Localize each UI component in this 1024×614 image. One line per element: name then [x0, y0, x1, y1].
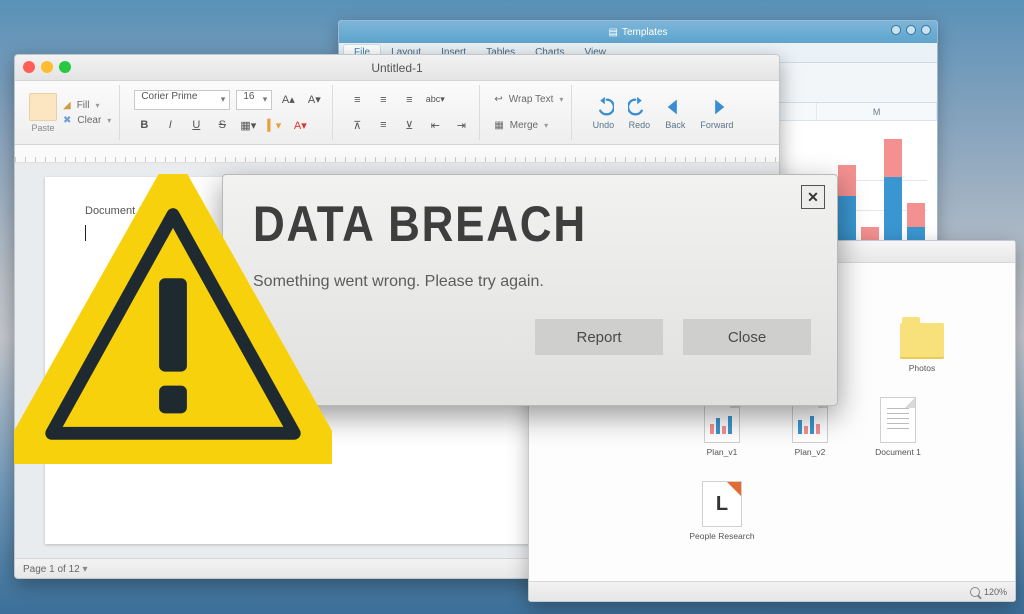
italic-button[interactable]: I [160, 115, 180, 135]
font-size-select[interactable]: 16 [236, 90, 272, 110]
ribbon-group-font: Corier Prime 16 A▴ A▾ B I U S ▦▾ ▍▾ A▾ [126, 85, 333, 140]
alert-message: Something went wrong. Please try again. [253, 273, 811, 291]
file-label: Plan_v1 [707, 447, 738, 457]
file-item-chart[interactable]: Plan_v2 [777, 397, 843, 457]
redo-button[interactable]: Redo [622, 96, 656, 130]
fill-label[interactable]: Fill [77, 100, 90, 111]
document-titlebar[interactable]: Untitled-1 [15, 55, 779, 81]
zoom-button[interactable] [59, 61, 71, 73]
font-name-select[interactable]: Corier Prime [134, 90, 230, 110]
file-item-research[interactable]: L People Research [689, 481, 755, 541]
alert-title: DATA BREACH [253, 195, 744, 253]
document-title: Untitled-1 [371, 61, 422, 75]
font-color-button[interactable]: A▾ [290, 115, 310, 135]
folder-icon [900, 323, 944, 359]
report-button[interactable]: Report [535, 319, 663, 355]
minimize-button[interactable] [891, 25, 901, 35]
align-left-icon[interactable]: ≡ [347, 90, 367, 110]
back-button[interactable]: Back [658, 96, 692, 130]
clear-label[interactable]: Clear [77, 115, 101, 126]
ruler[interactable] [15, 145, 779, 163]
page-indicator[interactable]: Page 1 of 12 [23, 564, 88, 575]
ribbon-group-wrap: ↩Wrap Text▾ ▦Merge▾ [486, 85, 572, 140]
file-label: Plan_v2 [795, 447, 826, 457]
paste-icon[interactable] [29, 93, 57, 121]
clear-icon[interactable]: ✖ [63, 115, 71, 126]
minimize-button[interactable] [41, 61, 53, 73]
ribbon-group-clipboard: Paste ◢Fill▾ ✖Clear▾ [21, 85, 120, 140]
forward-button[interactable]: Forward [694, 96, 739, 130]
grow-font-icon[interactable]: A▴ [278, 90, 298, 110]
close-button[interactable]: Close [683, 319, 811, 355]
file-label: People Research [689, 531, 754, 541]
abc-button[interactable]: abc▾ [425, 90, 445, 110]
wrap-icon[interactable]: ↩ [494, 94, 502, 105]
bold-button[interactable]: B [134, 115, 154, 135]
spreadsheet-titlebar[interactable]: ▤ Templates [339, 21, 937, 43]
align-center-icon[interactable]: ≡ [373, 90, 393, 110]
shrink-font-icon[interactable]: A▾ [304, 90, 324, 110]
file-item-folder[interactable]: Photos [889, 323, 955, 373]
valign-mid-icon[interactable]: ≡ [373, 115, 393, 135]
indent-out-icon[interactable]: ⇤ [425, 115, 445, 135]
file-label: Document 1 [875, 447, 921, 457]
col-header[interactable]: M [817, 103, 937, 120]
strike-button[interactable]: S [212, 115, 232, 135]
align-right-icon[interactable]: ≡ [399, 90, 419, 110]
text-cursor [85, 225, 86, 241]
valign-bot-icon[interactable]: ⊻ [399, 115, 419, 135]
ribbon-group-paragraph: ≡ ≡ ≡ abc▾ ⊼ ≡ ⊻ ⇤ ⇥ [339, 85, 480, 140]
text-doc-icon [880, 397, 916, 443]
file-item-chart[interactable]: Plan_v1 [689, 397, 755, 457]
paste-label: Paste [31, 123, 54, 133]
template-icon: ▤ [608, 27, 617, 38]
ribbon-group-nav: Undo Redo Back Forward [578, 85, 747, 140]
ribbon: Paste ◢Fill▾ ✖Clear▾ Corier Prime 16 A▴ … [15, 81, 779, 145]
wrap-label[interactable]: Wrap Text [509, 94, 554, 105]
underline-button[interactable]: U [186, 115, 206, 135]
file-label: Photos [909, 363, 935, 373]
zoom-icon[interactable] [970, 587, 980, 597]
alert-dialog: ✕ DATA BREACH Something went wrong. Plea… [222, 174, 838, 406]
border-button[interactable]: ▦▾ [238, 115, 258, 135]
highlight-button[interactable]: ▍▾ [264, 115, 284, 135]
spreadsheet-title: Templates [622, 27, 668, 38]
file-browser-statusbar: 120% [529, 581, 1015, 601]
undo-button[interactable]: Undo [586, 96, 620, 130]
fill-icon[interactable]: ◢ [63, 100, 71, 111]
close-button[interactable] [23, 61, 35, 73]
merge-icon[interactable]: ▦ [494, 120, 503, 131]
zoom-level[interactable]: 120% [984, 587, 1007, 597]
file-item-text[interactable]: Document 1 [865, 397, 931, 457]
indent-in-icon[interactable]: ⇥ [451, 115, 471, 135]
valign-top-icon[interactable]: ⊼ [347, 115, 367, 135]
maximize-button[interactable] [906, 25, 916, 35]
close-button[interactable] [921, 25, 931, 35]
close-icon[interactable]: ✕ [801, 185, 825, 209]
l-doc-icon: L [702, 481, 742, 527]
merge-label[interactable]: Merge [510, 120, 538, 131]
